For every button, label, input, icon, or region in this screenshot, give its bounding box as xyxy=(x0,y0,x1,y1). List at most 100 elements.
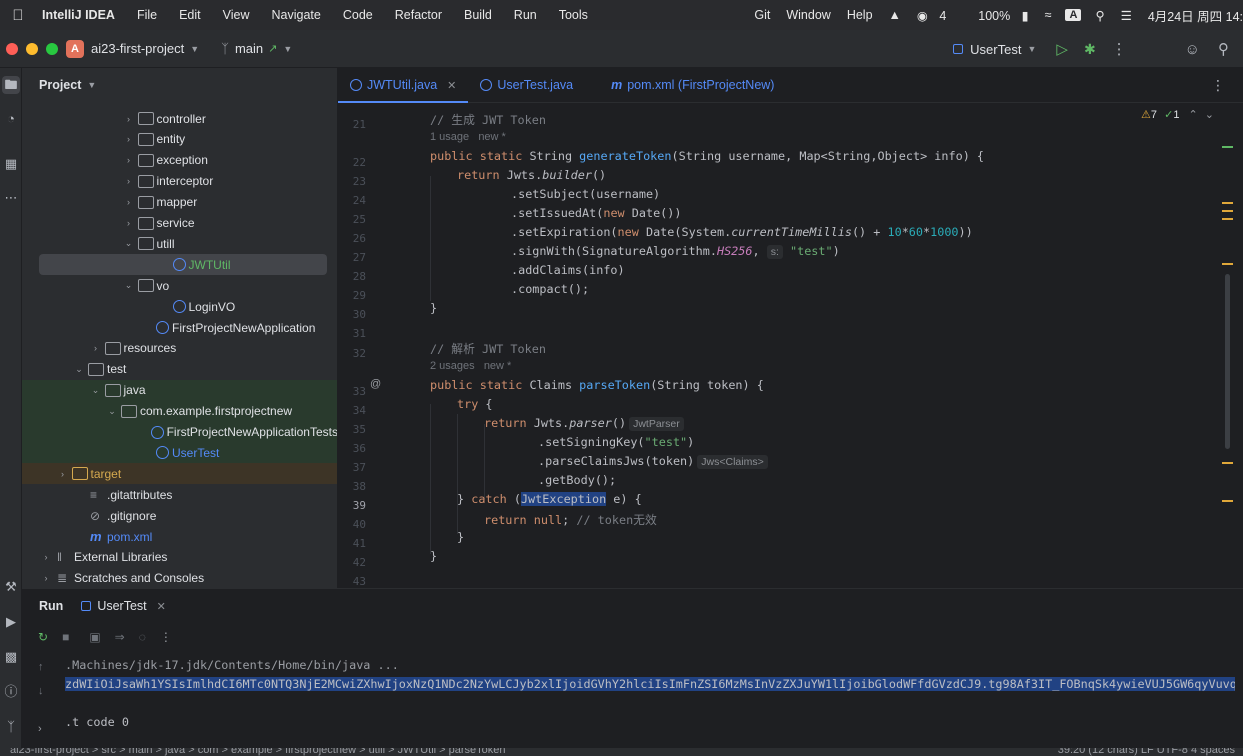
chevron-right-icon[interactable]: › xyxy=(122,197,136,207)
chevron-right-icon[interactable]: › xyxy=(122,176,136,186)
project-panel-header[interactable]: Project ▼ xyxy=(22,68,337,102)
change-marker[interactable] xyxy=(1222,146,1233,148)
close-icon[interactable]: ✕ xyxy=(157,600,166,613)
tree-item[interactable]: ⌄ test xyxy=(22,359,337,380)
chevron-right-icon[interactable]: › xyxy=(122,218,136,228)
project-switcher[interactable]: A ai23-first-project ▼ xyxy=(66,39,199,58)
close-window-button[interactable] xyxy=(6,42,18,55)
tree-item[interactable]: › target xyxy=(22,463,337,485)
rerun-icon[interactable]: ↻ xyxy=(38,630,48,644)
add-user-icon[interactable]: ☺ xyxy=(1185,41,1200,58)
chevron-down-icon[interactable]: ⌄ xyxy=(122,238,136,249)
menu-window[interactable]: Window xyxy=(778,8,838,22)
chevron-right-icon[interactable]: › xyxy=(122,134,136,144)
code-editor[interactable]: // 生成 JWT Token 1 usage new * public sta… xyxy=(400,104,1218,588)
structure-icon[interactable]: ▦ xyxy=(2,155,20,173)
tree-item[interactable]: › service xyxy=(22,213,337,234)
tree-item[interactable]: UserTest xyxy=(22,442,337,464)
chevron-down-icon[interactable]: ⌄ xyxy=(1205,109,1214,121)
inspection-widget[interactable]: ⚠7 ✓1 ⌃ ⌄ xyxy=(1141,108,1214,121)
line-number[interactable]: 22 xyxy=(338,156,366,169)
terminal-icon[interactable]: ▩ xyxy=(2,648,20,666)
run-tab-usertest[interactable]: UserTest ✕ xyxy=(81,599,166,613)
restore-layout-icon[interactable]: ◌ xyxy=(139,630,146,644)
zoom-window-button[interactable] xyxy=(46,42,58,55)
git-icon[interactable]: ᛉ xyxy=(2,718,20,736)
warning-marker[interactable] xyxy=(1222,202,1233,204)
tree-item[interactable]: › mapper xyxy=(22,192,337,213)
menu-refactor[interactable]: Refactor xyxy=(384,8,453,22)
line-number[interactable]: 32 xyxy=(338,347,366,360)
warning-marker[interactable] xyxy=(1222,462,1233,464)
menu-git[interactable]: Git xyxy=(746,8,778,22)
chevron-right-icon[interactable]: › xyxy=(39,573,53,583)
close-icon[interactable]: ✕ xyxy=(447,79,456,92)
tree-item[interactable]: LoginVO xyxy=(22,296,337,317)
input-source-icon[interactable]: A xyxy=(1065,9,1082,21)
line-number[interactable]: 42 xyxy=(338,556,366,569)
camera-icon[interactable]: ▣ xyxy=(89,630,100,644)
line-number[interactable]: 25 xyxy=(338,213,366,226)
tree-item[interactable]: ⌄ com.example.firstprojectnew xyxy=(22,400,337,422)
chevron-right-icon[interactable]: › xyxy=(122,114,136,124)
status-right[interactable]: 39:20 (12 chars) LF UTF-8 4 spaces xyxy=(1058,748,1235,756)
chevron-right-icon[interactable]: › xyxy=(56,469,70,479)
chevron-up-icon[interactable]: ⌃ xyxy=(1189,109,1198,121)
branch-switcher[interactable]: ᛉ main ↗ ▼ xyxy=(221,41,292,56)
chevron-right-icon[interactable]: › xyxy=(122,155,136,165)
menu-navigate[interactable]: Navigate xyxy=(261,8,332,22)
warning-marker[interactable] xyxy=(1222,500,1233,502)
export-icon[interactable]: ⇒ xyxy=(115,630,125,644)
run-config-selector[interactable]: UserTest ▼ xyxy=(953,42,1036,57)
menu-code[interactable]: Code xyxy=(332,8,384,22)
chevron-right-icon[interactable]: › xyxy=(39,552,53,562)
override-marker-icon[interactable]: @ xyxy=(370,378,381,390)
line-number[interactable]: 28 xyxy=(338,270,366,283)
app-name-menu[interactable]: IntelliJ IDEA xyxy=(36,8,126,22)
tree-item[interactable]: ≡ .gitattributes xyxy=(22,484,337,505)
menu-build[interactable]: Build xyxy=(453,8,503,22)
line-number[interactable]: 39 xyxy=(338,499,366,512)
tab-options-icon[interactable]: ⋮ xyxy=(1211,77,1225,94)
scroll-up-icon[interactable]: ↑ xyxy=(38,661,44,673)
menu-edit[interactable]: Edit xyxy=(168,8,212,22)
line-number[interactable]: 30 xyxy=(338,308,366,321)
menu-run[interactable]: Run xyxy=(503,8,548,22)
line-number[interactable]: 36 xyxy=(338,442,366,455)
menu-file[interactable]: File xyxy=(126,8,168,22)
more-tools-icon[interactable]: ⋯ xyxy=(2,189,20,207)
services-icon[interactable]: ▶ xyxy=(2,613,20,631)
tree-item[interactable]: › resources xyxy=(22,338,337,359)
spotlight-search-icon[interactable]: ⚲ xyxy=(1087,8,1112,23)
tree-item[interactable]: › ≣ Scratches and Consoles xyxy=(22,568,337,588)
line-number[interactable]: 35 xyxy=(338,423,366,436)
tree-item[interactable]: FirstProjectNewApplicationTests xyxy=(22,421,337,443)
tree-item[interactable]: › ‖ External Libraries xyxy=(22,547,337,568)
tab-jwtutil[interactable]: JWTUtil.java ✕ xyxy=(338,68,469,103)
tree-item[interactable]: › entity xyxy=(22,129,337,150)
menu-tools[interactable]: Tools xyxy=(548,8,599,22)
project-folder-icon[interactable]: 🖿 xyxy=(2,76,20,94)
chevron-down-icon[interactable]: ⌄ xyxy=(89,385,103,396)
debug-icon[interactable]: ✱ xyxy=(1084,41,1096,58)
apple-logo-icon[interactable]:  xyxy=(0,7,36,24)
line-number[interactable]: 34 xyxy=(338,404,366,417)
chevron-down-icon[interactable]: ⌄ xyxy=(105,406,119,417)
run-icon[interactable]: ▷ xyxy=(1056,40,1068,58)
navigation-breadcrumb[interactable]: ai23-first-project > src > main > java >… xyxy=(10,748,506,756)
stop-icon[interactable]: ■ xyxy=(62,630,69,644)
tab-pom[interactable]: m pom.xml (FirstProjectNew) xyxy=(599,68,786,103)
tree-item[interactable]: ⌄ java xyxy=(22,379,337,401)
line-number[interactable]: 38 xyxy=(338,480,366,493)
tree-item[interactable]: ⊘ .gitignore xyxy=(22,505,337,526)
usage-hint-2[interactable]: 2 usages new * xyxy=(430,360,511,372)
tab-usertest[interactable]: UserTest.java xyxy=(468,68,585,103)
editor-scrollbar[interactable] xyxy=(1218,104,1243,588)
battery-indicator[interactable]: 100% ▮ xyxy=(962,8,1036,23)
tree-item[interactable]: m pom.xml xyxy=(22,526,337,547)
wifi-icon[interactable]: ≈ xyxy=(1037,8,1060,22)
warning-marker[interactable] xyxy=(1222,210,1233,212)
build-hammer-icon[interactable]: ⚒ xyxy=(2,578,20,596)
line-number[interactable]: 23 xyxy=(338,175,366,188)
line-number[interactable]: 21 xyxy=(338,118,366,131)
